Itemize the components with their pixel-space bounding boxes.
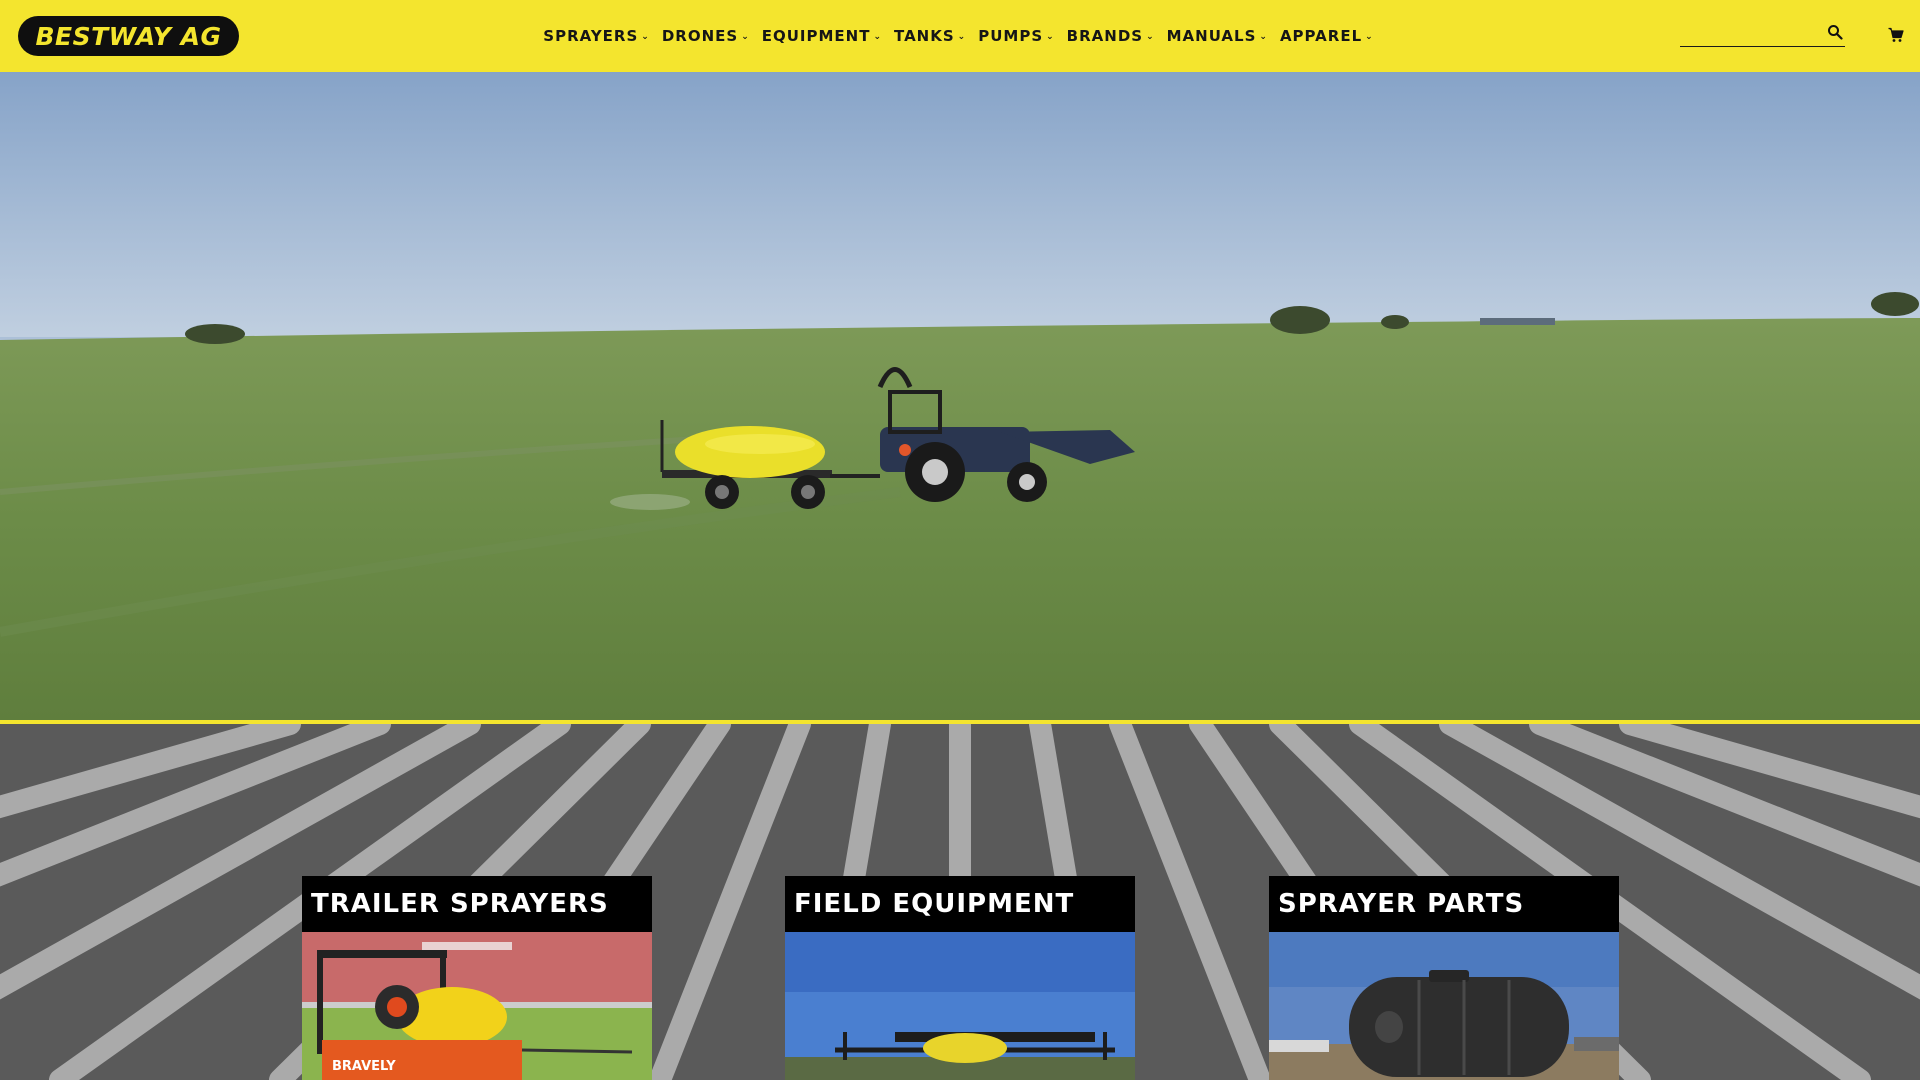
search-icon[interactable] [1827, 24, 1843, 40]
nav-item-drones[interactable]: DRONES ⌄ [662, 27, 750, 45]
nav-item-tanks[interactable]: TANKS ⌄ [894, 27, 966, 45]
nav-item-brands[interactable]: BRANDS ⌄ [1067, 27, 1155, 45]
search-input[interactable] [1680, 22, 1824, 45]
nav-item-label: TANKS [894, 27, 955, 45]
main-nav: SPRAYERS ⌄ DRONES ⌄ EQUIPMENT ⌄ TANKS ⌄ PUMP… [0, 0, 1920, 72]
nav-item-apparel[interactable]: APPAREL ⌄ [1280, 27, 1374, 45]
hero-image [0, 72, 1920, 720]
chevron-down-icon: ⌄ [873, 31, 882, 42]
category-title: FIELD EQUIPMENT [785, 876, 1135, 932]
nav-item-label: EQUIPMENT [761, 27, 871, 45]
chevron-down-icon: ⌄ [641, 31, 650, 42]
nav-item-label: BRANDS [1066, 27, 1144, 45]
shopping-cart-icon[interactable] [1888, 27, 1904, 43]
nav-item-manuals[interactable]: MANUALS ⌄ [1167, 27, 1268, 45]
chevron-down-icon: ⌄ [1365, 31, 1374, 42]
nav-item-label: SPRAYERS [543, 27, 639, 45]
nav-item-label: MANUALS [1166, 27, 1257, 45]
chevron-down-icon: ⌄ [957, 31, 967, 42]
field-equipment-image [785, 932, 1135, 1080]
nav-item-label: PUMPS [978, 27, 1044, 45]
bestway-ag-logo[interactable]: BESTWAY AG [18, 16, 239, 56]
nav-item-pumps[interactable]: PUMPS ⌄ [978, 27, 1054, 45]
chevron-down-icon: ⌄ [1146, 31, 1155, 42]
chevron-down-icon: ⌄ [1259, 31, 1268, 42]
svg-text:BRAVELY: BRAVELY [332, 1059, 396, 1074]
category-card-field-equipment[interactable]: FIELD EQUIPMENT [785, 876, 1135, 1080]
accent-divider [0, 720, 1920, 724]
sprayer-parts-image [1269, 932, 1619, 1080]
category-card-trailer-sprayers[interactable]: TRAILER SPRAYERS BRAVELY [302, 876, 652, 1080]
trailer-sprayers-image: BRAVELY [302, 932, 652, 1080]
nav-item-label: DRONES [661, 27, 739, 45]
category-section: TRAILER SPRAYERS BRAVELY FIELD EQUIPMENT [0, 724, 1920, 1080]
nav-item-sprayers[interactable]: SPRAYERS ⌄ [543, 27, 650, 45]
hero-banner [0, 72, 1920, 720]
nav-item-equipment[interactable]: EQUIPMENT ⌄ [762, 27, 882, 45]
chevron-down-icon: ⌄ [1046, 31, 1055, 42]
category-title: SPRAYER PARTS [1269, 876, 1619, 932]
search-box [1680, 22, 1845, 47]
category-card-sprayer-parts[interactable]: SPRAYER PARTS [1269, 876, 1619, 1080]
site-header: BESTWAY AG SPRAYERS ⌄ DRONES ⌄ EQUIPMENT ⌄ … [0, 0, 1920, 72]
category-title: TRAILER SPRAYERS [302, 876, 652, 932]
chevron-down-icon: ⌄ [741, 31, 750, 42]
nav-item-label: APPAREL [1279, 27, 1363, 45]
